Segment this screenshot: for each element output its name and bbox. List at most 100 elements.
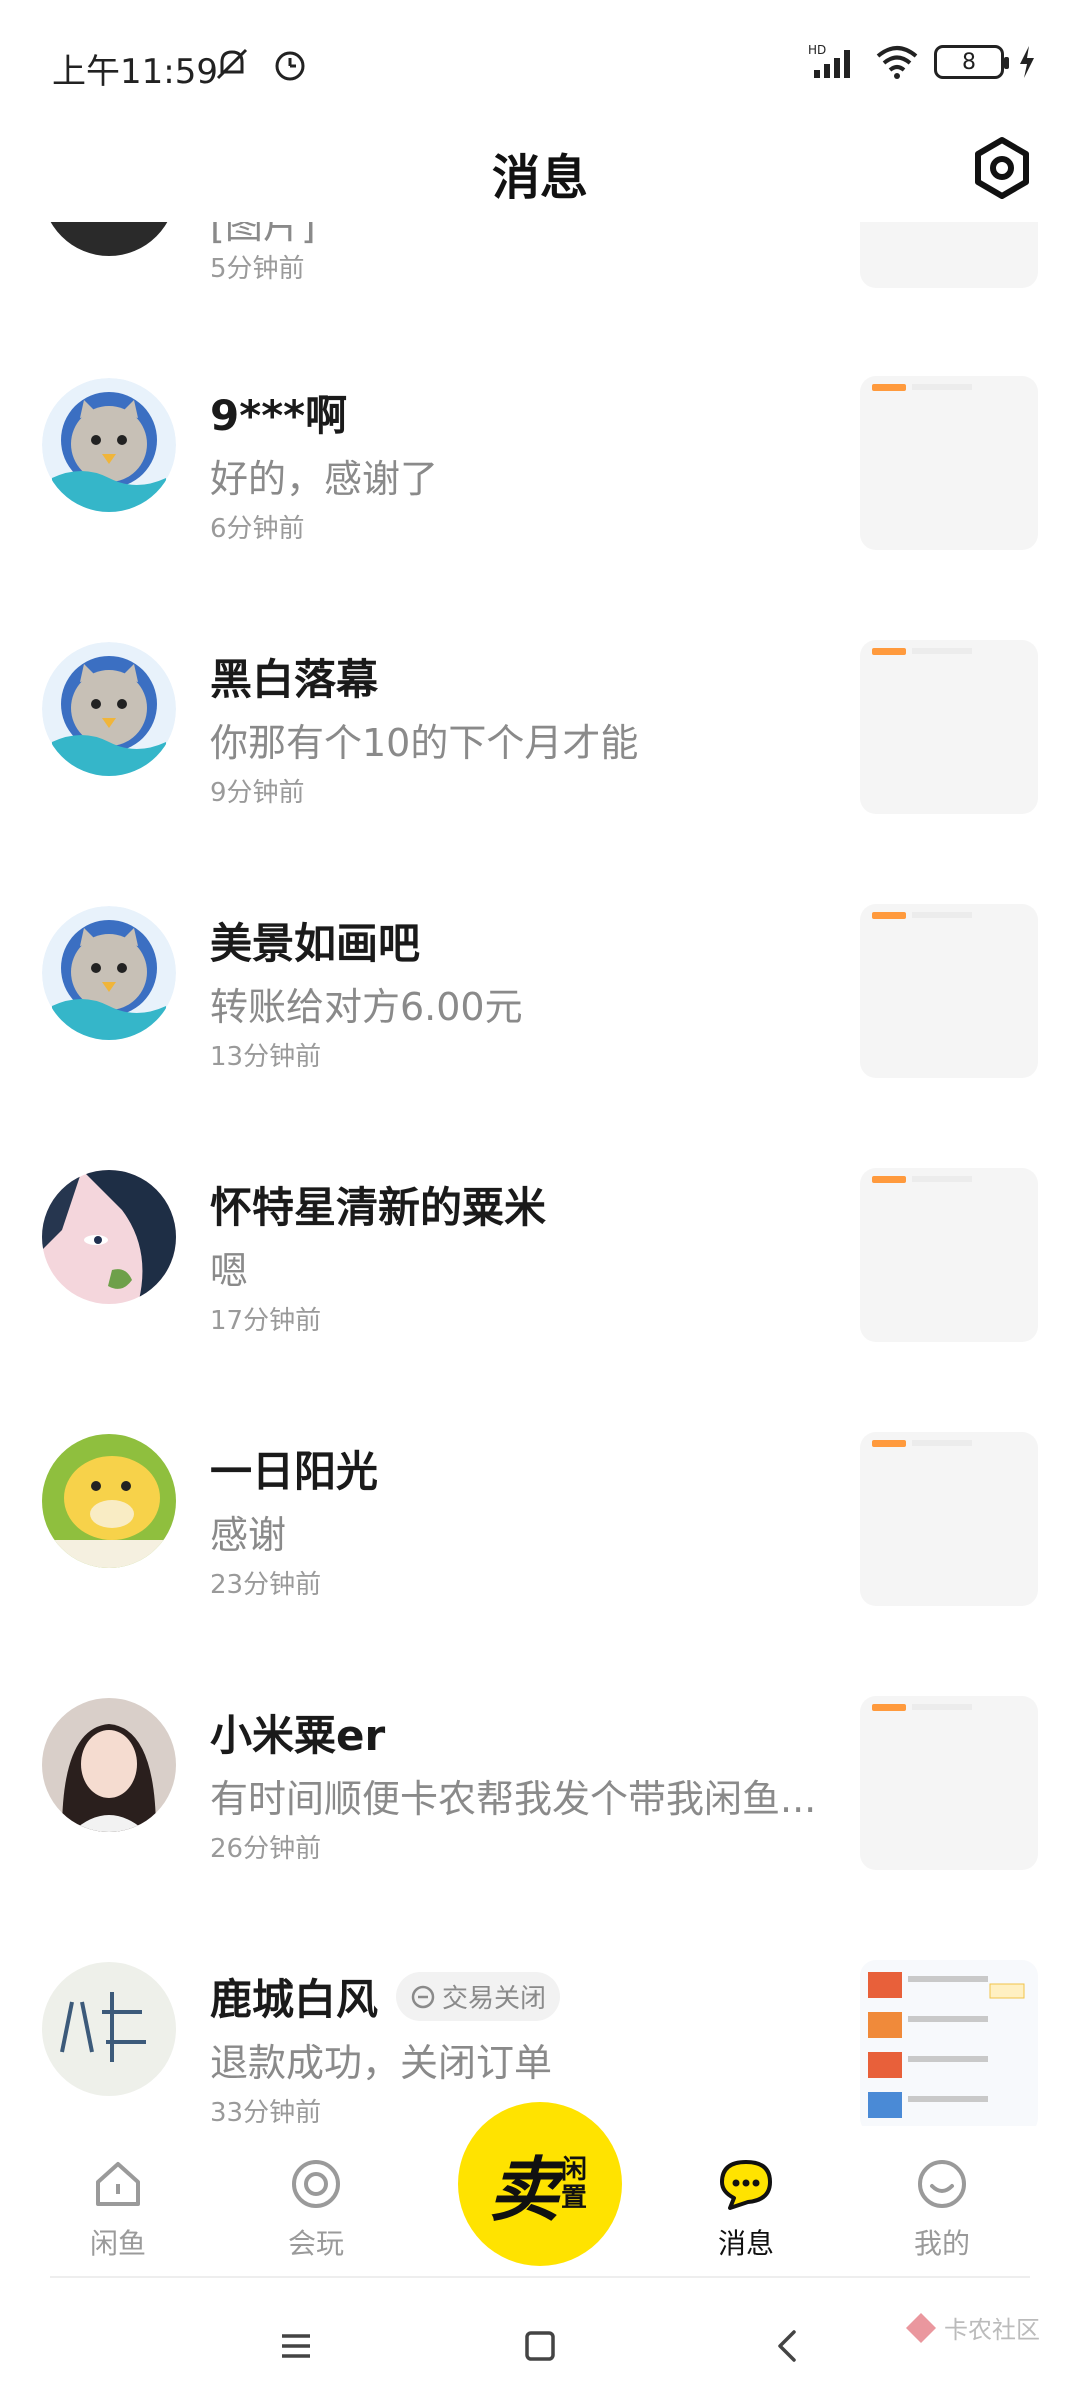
thumb-strip [912, 648, 972, 654]
screen: 上午11:59 HD 8 消息 [图片] 5分钟前 9***啊 好的，感谢了 6… [0, 0, 1080, 2400]
nav-item-me[interactable]: 我的 [882, 2156, 1002, 2262]
watermark: 卡农社区 [904, 2310, 1040, 2345]
item-thumbnail[interactable] [860, 376, 1038, 550]
wifi-icon [876, 46, 918, 79]
conversation-row[interactable]: [图片] 5分钟前 [0, 222, 1080, 378]
item-thumbnail[interactable] [860, 904, 1038, 1078]
thumb-strip [872, 384, 906, 391]
conversation-name: 怀特星清新的粟米 [210, 1183, 547, 1232]
conversation-time: 26分钟前 [210, 1834, 322, 1864]
conversation-list[interactable]: [图片] 5分钟前 9***啊 好的，感谢了 6分钟前 黑白落幕 你那有个10的… [0, 222, 1080, 2126]
profile-icon [918, 2160, 966, 2208]
page-title: 消息 [491, 150, 588, 206]
circle-icon [292, 2160, 340, 2208]
avatar [42, 1170, 176, 1304]
conversation-name: 一日阳光 [210, 1447, 379, 1496]
status-time: 上午11:59 [52, 52, 218, 92]
conversation-preview: 有时间顺便卡农帮我发个带我闲鱼... [210, 1777, 817, 1821]
back-icon [778, 2330, 796, 2362]
name-row: 美景如画吧 [210, 910, 420, 971]
cat-avatar-icon [42, 906, 176, 1040]
watermark-text: 卡农社区 [944, 2316, 1040, 2344]
message-icon [720, 2160, 772, 2210]
sell-button[interactable]: 卖 闲置 [458, 2102, 622, 2266]
back-button[interactable] [758, 2316, 818, 2376]
conversation-row[interactable]: 小米粟er 有时间顺便卡农帮我发个带我闲鱼... 26分钟前 [0, 1696, 1080, 1962]
thumb-strip [912, 1176, 972, 1182]
thumb-strip [872, 1704, 906, 1711]
nav-item-home[interactable]: 闲鱼 [58, 2156, 178, 2262]
home-button[interactable] [510, 2316, 570, 2376]
item-thumbnail[interactable] [860, 1960, 1038, 2126]
conversation-preview: 感谢 [210, 1513, 287, 1557]
conversation-time: 6分钟前 [210, 514, 305, 544]
avatar [42, 378, 176, 512]
cat-avatar-icon [42, 378, 176, 512]
conversation-time: 9分钟前 [210, 778, 305, 808]
item-thumbnail[interactable] [860, 640, 1038, 814]
conversation-name: 9***啊 [210, 391, 348, 440]
conversation-preview: 你那有个10的下个月才能 [210, 721, 639, 765]
minus-circle-icon [411, 1985, 435, 2008]
battery-level: 8 [962, 49, 976, 75]
status-badge-label: 交易关闭 [442, 1984, 547, 2014]
conversation-name: 美景如画吧 [210, 919, 421, 968]
anime-girl-avatar-icon [42, 1170, 176, 1304]
order-list-thumbnail [868, 1972, 1025, 2118]
duck-avatar-icon [42, 1434, 176, 1568]
settings-icon [975, 137, 1029, 199]
home-icon [96, 2162, 140, 2206]
cat-avatar-icon [42, 642, 176, 776]
conversation-row[interactable]: 美景如画吧 转账给对方6.00元 13分钟前 [0, 904, 1080, 1170]
thumb-strip [912, 1704, 972, 1710]
conversation-preview: [图片] [210, 222, 316, 247]
nav-label: 消息 [717, 2227, 774, 2260]
conversation-preview: 退款成功，关闭订单 [210, 2041, 553, 2085]
mute-icon [216, 48, 248, 80]
calligraphy-avatar-icon [42, 1962, 176, 2096]
menu-button[interactable] [266, 2316, 326, 2376]
item-thumbnail[interactable] [860, 222, 1038, 288]
nav-label: 会玩 [287, 2227, 344, 2260]
avatar [42, 1434, 176, 1568]
watermark-logo-icon [906, 2312, 936, 2343]
avatar [42, 642, 176, 776]
status-right: HD 8 [808, 42, 1036, 82]
conversation-row[interactable]: 一日阳光 感谢 23分钟前 [0, 1432, 1080, 1698]
battery-icon: 8 [934, 45, 1009, 79]
avatar [42, 1698, 176, 1832]
charging-icon [1020, 46, 1034, 78]
avatar [42, 1962, 176, 2096]
item-thumbnail[interactable] [860, 1696, 1038, 1870]
nav-item-play[interactable]: 会玩 [256, 2156, 376, 2262]
thumb-strip [872, 1440, 906, 1447]
name-row: 怀特星清新的粟米 [210, 1174, 546, 1235]
conversation-time: 5分钟前 [210, 254, 305, 284]
thumb-strip [912, 1440, 972, 1446]
nav-item-messages[interactable]: 消息 [686, 2156, 806, 2262]
name-row: 9***啊 [210, 382, 347, 443]
thumb-strip [912, 384, 972, 390]
item-thumbnail[interactable] [860, 1432, 1038, 1606]
conversation-preview: 转账给对方6.00元 [210, 985, 523, 1029]
alarm-icon [275, 51, 305, 81]
conversation-row[interactable]: 9***啊 好的，感谢了 6分钟前 [0, 376, 1080, 642]
nav-label: 我的 [913, 2227, 970, 2260]
item-thumbnail[interactable] [860, 1168, 1038, 1342]
person-avatar-icon [42, 1698, 176, 1832]
conversation-name: 黑白落幕 [210, 655, 379, 704]
status-icons-left [212, 44, 310, 84]
sell-sublabel: 闲置 [561, 2155, 588, 2213]
conversation-row[interactable]: 黑白落幕 你那有个10的下个月才能 9分钟前 [0, 640, 1080, 906]
conversation-name: 鹿城白风 [210, 1975, 379, 2024]
thumb-strip [912, 912, 972, 918]
name-row: 一日阳光 [210, 1438, 378, 1499]
name-row: 黑白落幕 [210, 646, 378, 707]
thumb-strip [872, 648, 906, 655]
conversation-time: 33分钟前 [210, 2098, 322, 2126]
settings-button[interactable] [962, 128, 1042, 208]
divider [50, 2276, 1030, 2278]
sell-label: 卖 [489, 2148, 559, 2231]
conversation-time: 13分钟前 [210, 1042, 322, 1072]
conversation-row[interactable]: 怀特星清新的粟米 嗯 17分钟前 [0, 1168, 1080, 1434]
